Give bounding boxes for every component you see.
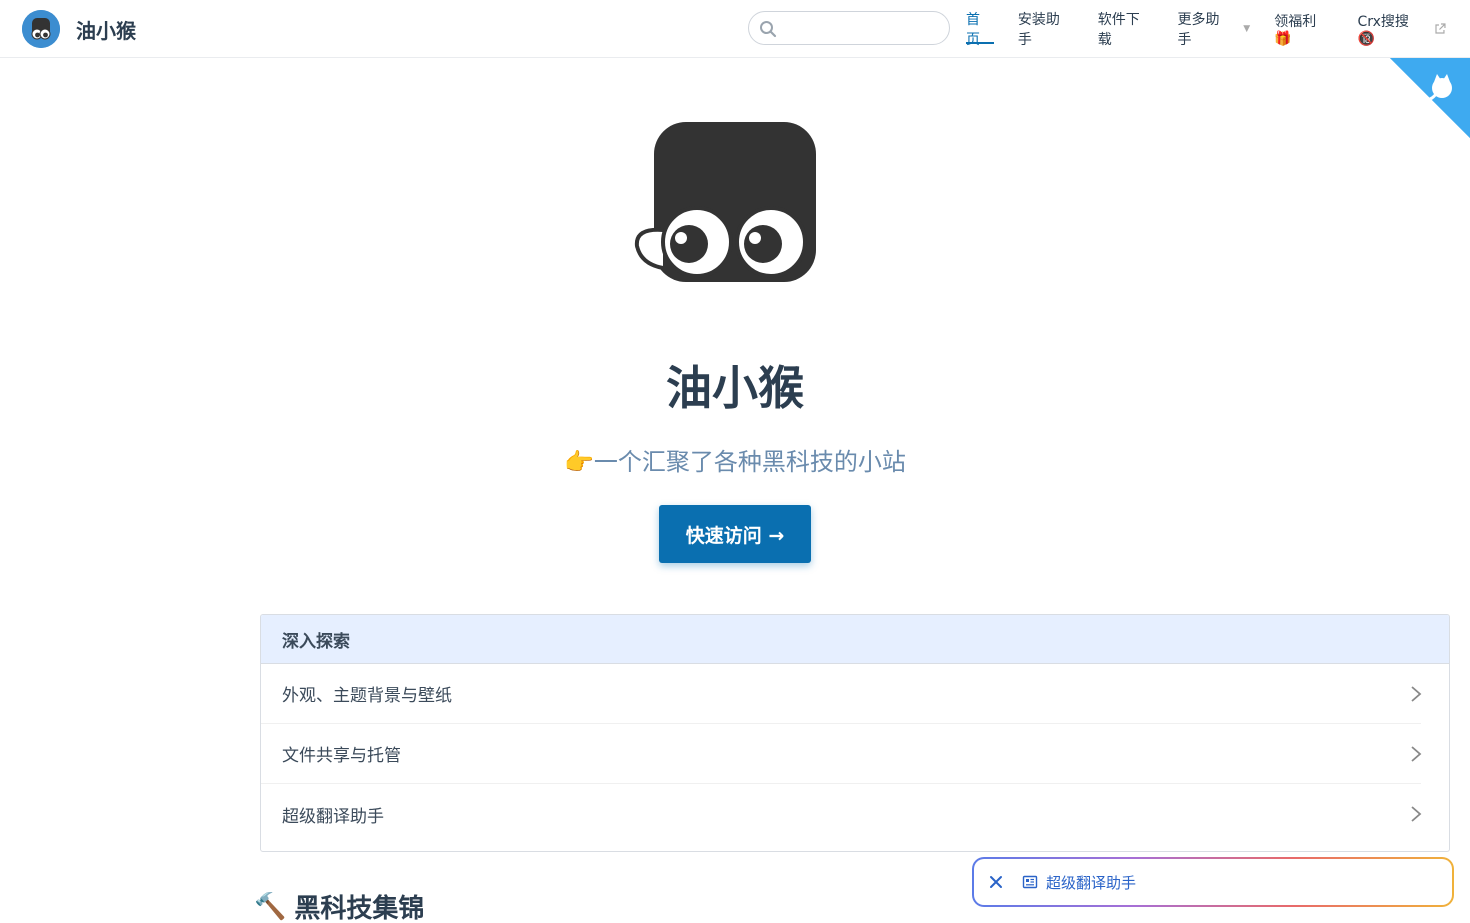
nav-install-helper[interactable]: 安装助手 — [1018, 0, 1074, 58]
floating-translate-bar-inner: 超级翻译助手 — [974, 859, 1452, 905]
nav-crx-search[interactable]: Crx搜搜🔞 — [1357, 0, 1446, 58]
explore-item-label: 文件共享与托管 — [282, 746, 401, 766]
nav-links: 首页 安装助手 软件下载 更多助手 ▼ 领福利🎁 Crx搜搜🔞 — [966, 0, 1470, 58]
section-heading-title: 黑科技集锦 — [294, 894, 425, 923]
search-input[interactable] — [783, 18, 943, 40]
nav-home-label: 首页 — [966, 12, 980, 48]
explore-item-file-sharing[interactable]: 文件共享与托管 — [261, 724, 1422, 784]
brand-link[interactable]: 油小猴 — [22, 10, 136, 48]
nav-software-download[interactable]: 软件下载 — [1098, 0, 1154, 58]
nav-more-helpers-label: 更多助手 — [1177, 12, 1220, 48]
chevron-right-icon — [1411, 806, 1422, 822]
navbar: 油小猴 首页 安装助手 软件下载 更多助手 ▼ 领福利🎁 Crx搜搜🔞 — [0, 0, 1470, 58]
nav-software-download-label: 软件下载 — [1097, 12, 1140, 48]
quick-access-button[interactable]: 快速访问 → — [659, 505, 811, 563]
chevron-right-icon — [1411, 745, 1422, 762]
floating-translate-link[interactable]: 超级翻译助手 — [1046, 872, 1136, 893]
github-corner-icon[interactable] — [1390, 58, 1470, 138]
search-icon — [760, 21, 777, 38]
nav-welfare-label: 领福利🎁 — [1274, 14, 1317, 47]
nav-home[interactable]: 首页 — [966, 0, 994, 58]
brand-title: 油小猴 — [76, 18, 136, 43]
hero-description: 👉一个汇聚了各种黑科技的小站 — [564, 448, 906, 476]
explore-item-label: 超级翻译助手 — [282, 806, 384, 827]
chevron-right-icon — [1411, 685, 1422, 702]
section-heading: 🔨 黑科技集锦 — [254, 888, 424, 923]
explore-panel: 深入探索 外观、主题背景与壁纸 文件共享与托管 超级翻译助手 — [260, 614, 1450, 852]
document-icon — [1022, 875, 1038, 889]
external-link-icon — [1435, 23, 1446, 34]
search-box[interactable] — [748, 11, 950, 45]
brand-logo-icon — [22, 10, 60, 48]
nav-welfare[interactable]: 领福利🎁 — [1274, 0, 1333, 58]
nav-more-helpers-dropdown[interactable]: 更多助手 ▼ — [1178, 0, 1251, 58]
explore-item-label: 外观、主题背景与壁纸 — [282, 686, 452, 706]
explore-panel-header: 深入探索 — [261, 615, 1449, 664]
nav-crx-search-label: Crx搜搜🔞 — [1357, 14, 1409, 47]
floating-translate-bar: 超级翻译助手 — [972, 857, 1454, 907]
hammer-icon: 🔨 — [254, 891, 287, 922]
hero-title: 油小猴 — [666, 361, 804, 415]
hero-logo-icon — [634, 122, 816, 282]
close-icon[interactable] — [988, 874, 1004, 890]
caret-down-icon: ▼ — [1243, 24, 1251, 34]
explore-item-themes-wallpapers[interactable]: 外观、主题背景与壁纸 — [261, 664, 1422, 724]
nav-install-helper-label: 安装助手 — [1017, 12, 1060, 48]
explore-item-translation-helper[interactable]: 超级翻译助手 — [261, 784, 1422, 844]
